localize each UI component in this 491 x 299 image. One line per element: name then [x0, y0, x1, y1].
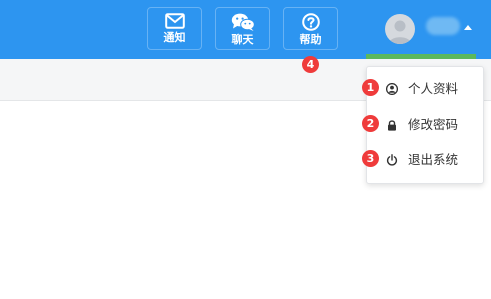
user-circle-icon	[386, 83, 398, 95]
notify-label: 通知	[163, 31, 186, 44]
notify-button[interactable]: 通知	[147, 7, 202, 50]
power-icon	[386, 154, 398, 166]
mail-icon	[164, 13, 185, 29]
chat-button[interactable]: 聊天	[215, 7, 270, 50]
annotation-badge-2: 2	[362, 115, 379, 132]
chat-label: 聊天	[231, 33, 254, 46]
annotation-badge-3: 3	[362, 150, 379, 167]
annotation-badge-1: 1	[362, 79, 379, 96]
username-redacted[interactable]	[426, 17, 460, 35]
top-nav-bar: 通知 聊天 帮助	[0, 0, 491, 59]
menu-item-change-password[interactable]: 修改密码	[367, 108, 483, 142]
menu-item-label: 个人资料	[408, 81, 459, 96]
menu-item-label: 退出系统	[408, 152, 459, 167]
help-label: 帮助	[299, 33, 322, 46]
lock-icon	[388, 120, 396, 131]
question-circle-icon	[301, 13, 320, 31]
menu-item-label: 修改密码	[408, 117, 459, 132]
menu-item-profile[interactable]: 个人资料	[367, 72, 483, 106]
wechat-icon	[231, 13, 255, 31]
help-button[interactable]: 帮助	[283, 7, 338, 50]
annotation-badge-4: 4	[302, 56, 319, 73]
menu-item-logout[interactable]: 退出系统	[367, 143, 483, 177]
user-avatar[interactable]	[385, 14, 415, 44]
user-silhouette-icon	[389, 20, 411, 44]
caret-up-icon[interactable]	[464, 25, 472, 30]
user-dropdown-menu: 个人资料 修改密码 退出系统	[366, 66, 484, 184]
